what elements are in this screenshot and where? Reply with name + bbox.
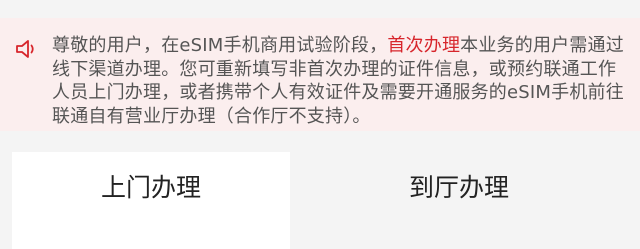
notice-highlight: 首次办理 <box>387 35 461 56</box>
notice-text: 尊敬的用户，在eSIM手机商用试验阶段，首次办理本业务的用户需通过线下渠道办理。… <box>52 34 624 128</box>
tab-store-service-label: 到厅办理 <box>408 172 509 202</box>
tab-home-service-label: 上门办理 <box>100 172 201 202</box>
tab-store-service[interactable]: 到厅办理 <box>290 152 628 249</box>
notice-text-before: 尊敬的用户，在eSIM手机商用试验阶段， <box>52 35 388 56</box>
notice-banner: 尊敬的用户，在eSIM手机商用试验阶段，首次办理本业务的用户需通过线下渠道办理。… <box>0 18 640 131</box>
service-tabs: 上门办理 到厅办理 <box>12 152 628 249</box>
tab-home-service[interactable]: 上门办理 <box>12 152 290 249</box>
speaker-icon <box>14 38 40 60</box>
